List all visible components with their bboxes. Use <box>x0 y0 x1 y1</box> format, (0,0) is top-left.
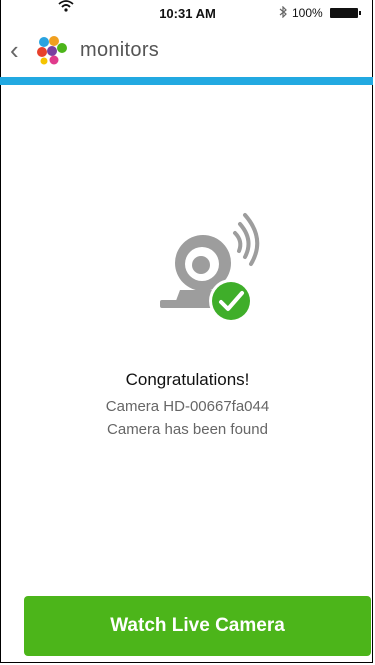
status-bar: 10:31 AM 100% <box>0 0 375 24</box>
chevron-left-icon[interactable]: ‹ <box>10 36 30 64</box>
camera-id-text: Camera HD-00667fa044 <box>105 398 270 415</box>
camera-found-icon <box>156 206 266 336</box>
success-title: Congratulations! <box>125 370 250 389</box>
nav-bar: ‹ monitors <box>0 24 375 76</box>
nav-title: monitors <box>80 39 160 61</box>
battery-percent: 100% <box>292 6 323 20</box>
app-logo-icon <box>34 35 72 65</box>
accent-bar <box>0 77 373 85</box>
watch-live-camera-button[interactable]: Watch Live Camera <box>24 596 371 656</box>
battery-icon <box>330 8 361 18</box>
camera-found-text: Camera has been found <box>107 421 268 438</box>
bluetooth-icon <box>279 5 287 21</box>
